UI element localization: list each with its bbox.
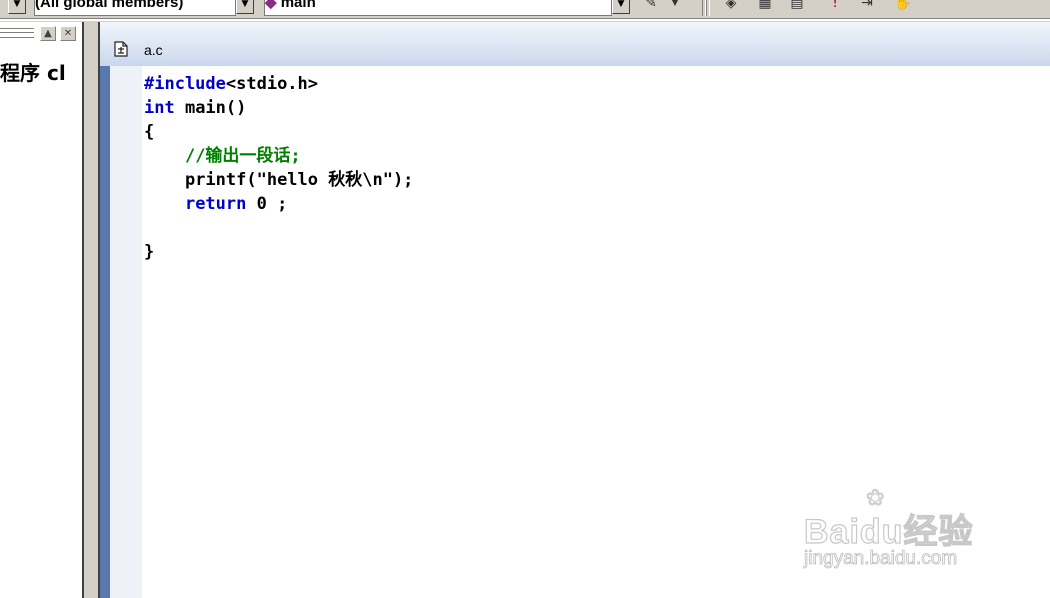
code-line-3: { [144, 122, 155, 142]
code-line-4: //输出一段话; [184, 146, 301, 166]
code-line-2: int main() [144, 98, 247, 118]
code-line-5: printf("hello 秋秋\n"); [184, 170, 414, 190]
pane-grip[interactable] [0, 28, 34, 38]
function-combo[interactable]: ◆ main [264, 0, 612, 16]
toolbar: ▼ (All global members) ▼ ◆ main ▼ ✎ ▼ ◈ … [0, 0, 1050, 18]
source-file-icon [114, 41, 128, 57]
pane-splitter[interactable] [84, 22, 98, 598]
breakpoint-icon[interactable]: ✋ [892, 0, 914, 12]
code-line-6: return 0 ; [184, 194, 288, 214]
function-combo-value: main [280, 0, 316, 11]
build-icon[interactable]: ▦ [754, 0, 776, 12]
toolbar-border [0, 18, 1050, 21]
pane-maximize-button[interactable]: ▲ [40, 26, 56, 41]
wizard-dropdown-icon[interactable]: ▼ [664, 0, 686, 12]
workspace-item-label[interactable]: 程序 cl [0, 57, 66, 86]
pane-close-button[interactable]: ✕ [60, 26, 76, 41]
scope-combo-value: (All global members) [35, 0, 184, 11]
compile-icon[interactable]: ◈ [720, 0, 742, 12]
code-line-8: } [144, 242, 155, 262]
editor-gutter [110, 66, 142, 598]
baidu-watermark: ❀ Baidu经验 jingyan.baidu.com [803, 486, 1004, 576]
source-code[interactable]: #include<stdio.h> int main() { //输出一段话; pr… [144, 72, 413, 264]
editor-title-bar[interactable]: a.c [100, 22, 1050, 66]
editor-file-title: a.c [144, 42, 163, 58]
code-line-1: #include<stdio.h> [144, 74, 319, 94]
watermark-url: jingyan.baidu.com [804, 548, 958, 570]
scope-combo-arrow[interactable]: ▼ [236, 0, 254, 14]
function-icon: ◆ [265, 0, 277, 11]
go-icon[interactable]: ⇥ [856, 0, 878, 12]
workspace-pane: ▲ ✕ 程序 cl [0, 22, 84, 598]
function-combo-arrow[interactable]: ▼ [612, 0, 630, 14]
wizard-icon[interactable]: ✎ [640, 0, 662, 12]
toolbar-separator [706, 0, 710, 16]
scope-combo[interactable]: (All global members) [34, 0, 236, 16]
execute-icon[interactable]: ! [824, 0, 846, 12]
stop-build-icon[interactable]: ▤ [786, 0, 808, 12]
scope-dropdown-arrow[interactable]: ▼ [8, 0, 26, 14]
watermark-logo: Baidu经验 [803, 512, 974, 551]
